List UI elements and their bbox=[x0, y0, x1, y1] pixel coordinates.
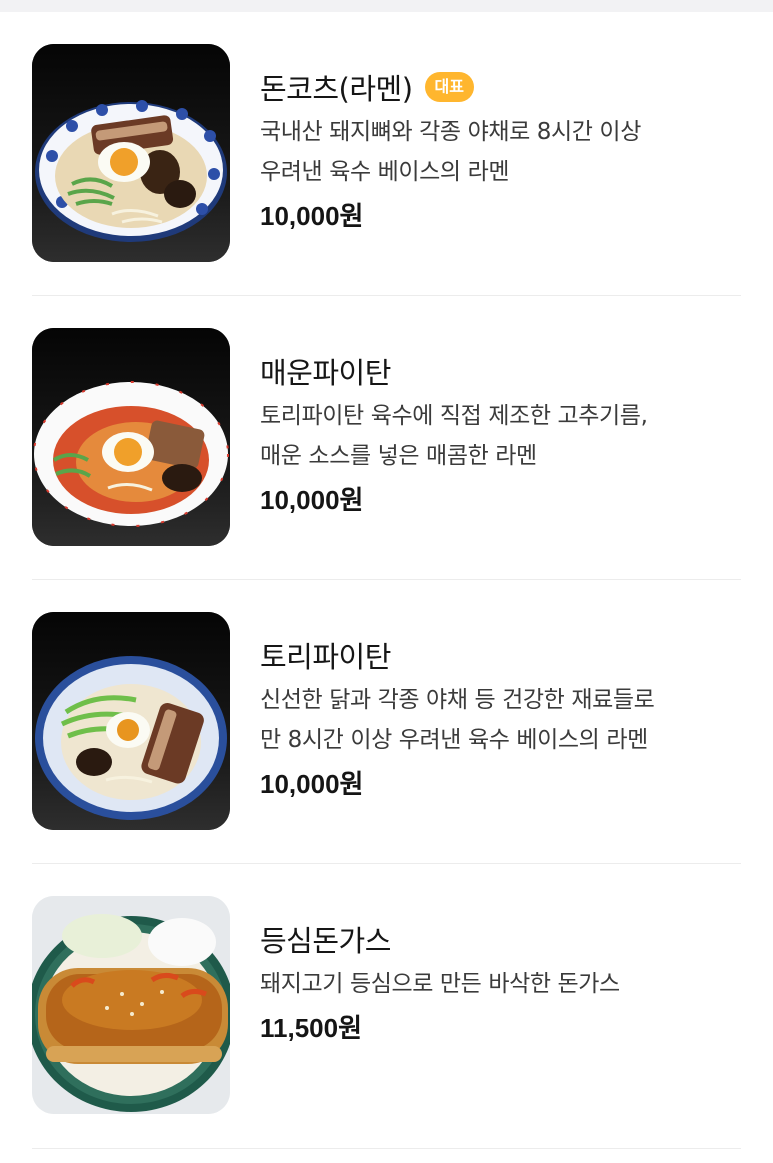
menu-item-tori-paitan[interactable]: 토리파이탄 신선한 닭과 각종 야채 등 건강한 재료들로 만 8시간 이상 우… bbox=[32, 580, 741, 864]
menu-info: 토리파이탄 신선한 닭과 각종 야채 등 건강한 재료들로 만 8시간 이상 우… bbox=[260, 634, 741, 801]
menu-name: 돈코츠(라멘) bbox=[260, 72, 413, 106]
signature-badge: 대표 bbox=[424, 72, 474, 102]
tonkotsu-ramen-photo[interactable] bbox=[32, 44, 230, 262]
name-row: 매운파이탄 bbox=[260, 350, 741, 392]
menu-item-tonkotsu[interactable]: 돈코츠(라멘) 대표 국내산 돼지뼈와 각종 야채로 8시간 이상 우려낸 육수… bbox=[32, 12, 741, 296]
name-row: 등심돈가스 bbox=[260, 918, 741, 960]
menu-name: 등심돈가스 bbox=[260, 924, 391, 958]
name-row: 토리파이탄 bbox=[260, 634, 741, 676]
menu-info: 돈코츠(라멘) 대표 국내산 돼지뼈와 각종 야채로 8시간 이상 우려낸 육수… bbox=[260, 66, 741, 233]
menu-description: 국내산 돼지뼈와 각종 야채로 8시간 이상 우려낸 육수 베이스의 라멘 bbox=[260, 119, 641, 185]
menu-item-spicy-paitan[interactable]: 매운파이탄 토리파이탄 육수에 직접 제조한 고추기름, 매운 소스를 넣은 매… bbox=[32, 296, 741, 580]
spicy-paitan-ramen-photo[interactable] bbox=[32, 328, 230, 546]
menu-price: 11,500원 bbox=[260, 1013, 363, 1043]
menu-item-pork-cutlet[interactable]: 등심돈가스 돼지고기 등심으로 만든 바삭한 돈가스 11,500원 bbox=[32, 864, 741, 1149]
tori-paitan-ramen-photo[interactable] bbox=[32, 612, 230, 830]
menu-name: 매운파이탄 bbox=[260, 356, 391, 390]
menu-description: 신선한 닭과 각종 야채 등 건강한 재료들로 만 8시간 이상 우려낸 육수 … bbox=[260, 687, 655, 753]
menu-info: 등심돈가스 돼지고기 등심으로 만든 바삭한 돈가스 11,500원 bbox=[260, 918, 741, 1045]
menu-price: 10,000원 bbox=[260, 769, 364, 799]
menu-list: 돈코츠(라멘) 대표 국내산 돼지뼈와 각종 야채로 8시간 이상 우려낸 육수… bbox=[0, 12, 773, 1149]
menu-description: 돼지고기 등심으로 만든 바삭한 돈가스 bbox=[260, 971, 620, 997]
menu-description: 토리파이탄 육수에 직접 제조한 고추기름, 매운 소스를 넣은 매콤한 라멘 bbox=[260, 403, 648, 469]
pork-cutlet-photo[interactable] bbox=[32, 896, 230, 1114]
name-row: 돈코츠(라멘) 대표 bbox=[260, 66, 741, 108]
menu-info: 매운파이탄 토리파이탄 육수에 직접 제조한 고추기름, 매운 소스를 넣은 매… bbox=[260, 350, 741, 517]
menu-price: 10,000원 bbox=[260, 201, 364, 231]
menu-name: 토리파이탄 bbox=[260, 640, 391, 674]
menu-price: 10,000원 bbox=[260, 485, 364, 515]
top-strip bbox=[0, 0, 773, 12]
